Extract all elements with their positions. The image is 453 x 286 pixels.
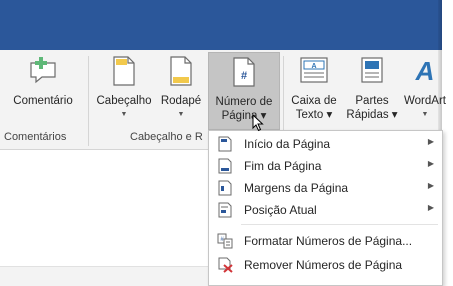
- menu-item-label: Início da Página: [244, 137, 331, 151]
- comment-icon: [28, 56, 58, 88]
- menu-item-label: Posição Atual: [244, 203, 317, 217]
- group-label-comments: Comentários: [4, 131, 67, 143]
- wordart-label: WordArt: [404, 95, 446, 107]
- wordart-dropdown-caret: ▼: [421, 111, 429, 118]
- wordart-button[interactable]: A WordArt ▼: [400, 52, 450, 130]
- header-icon: [112, 56, 136, 90]
- footer-label: Rodapé: [160, 95, 202, 107]
- menu-item-label: Fim da Página: [244, 159, 322, 173]
- new-comment-button[interactable]: Comentário: [4, 52, 82, 130]
- submenu-arrow-icon: ▶: [427, 181, 434, 190]
- page-number-label: Número de: [215, 96, 273, 108]
- page-margins-icon: [217, 180, 233, 196]
- footer-icon: [169, 56, 193, 90]
- wordart-icon: A: [412, 56, 438, 90]
- quick-parts-label-2: Rápidas ▾: [346, 109, 398, 121]
- group-separator: [88, 56, 89, 146]
- current-position-icon: [217, 202, 233, 218]
- submenu-arrow-icon: ▶: [427, 159, 434, 168]
- text-box-label-2: Texto ▾: [295, 109, 333, 121]
- menu-item-bottom-of-page[interactable]: Fim da Página ▶: [209, 155, 442, 177]
- submenu-arrow-icon: ▶: [427, 137, 434, 146]
- quick-parts-icon: [359, 56, 385, 88]
- submenu-arrow-icon: ▶: [427, 203, 434, 212]
- menu-item-page-margins[interactable]: Margens da Página ▶: [209, 177, 442, 199]
- footer-button[interactable]: Rodapé ▼: [156, 52, 206, 130]
- svg-text:A: A: [311, 63, 316, 70]
- page-number-icon: #: [232, 57, 256, 91]
- title-bar: [0, 0, 442, 50]
- menu-item-current-position[interactable]: Posição Atual ▶: [209, 199, 442, 221]
- menu-item-top-of-page[interactable]: Início da Página ▶: [209, 133, 442, 155]
- quick-parts-button[interactable]: Partes Rápidas ▾: [344, 52, 400, 130]
- header-button[interactable]: Cabeçalho ▼: [92, 52, 156, 130]
- page-bottom-icon: [217, 158, 233, 174]
- quick-parts-label: Partes: [355, 95, 389, 107]
- page-number-button[interactable]: # Número de Página ▾: [208, 52, 280, 130]
- page-number-menu: Início da Página ▶ Fim da Página ▶ Marge…: [208, 130, 443, 286]
- remove-page-numbers-icon: [217, 257, 233, 273]
- menu-item-label: Remover Números de Página: [244, 258, 403, 272]
- header-label: Cabeçalho: [96, 95, 152, 107]
- mouse-pointer-icon: [252, 113, 264, 135]
- menu-item-remove-page-numbers[interactable]: Remover Números de Página: [209, 254, 442, 276]
- text-box-icon: A: [299, 56, 329, 88]
- page-top-icon: [217, 136, 233, 152]
- new-comment-label: Comentário: [13, 95, 73, 107]
- text-box-label: Caixa de: [291, 95, 337, 107]
- menu-separator: [241, 224, 438, 225]
- text-box-button[interactable]: A Caixa de Texto ▾: [286, 52, 342, 130]
- svg-text:A: A: [415, 56, 435, 86]
- group-label-header-footer: Cabeçalho e R: [130, 131, 203, 143]
- window-edge: [442, 0, 453, 286]
- header-dropdown-caret: ▼: [120, 111, 128, 118]
- svg-text:#: #: [241, 70, 247, 82]
- menu-item-label: Formatar Números de Página...: [244, 234, 413, 248]
- menu-item-format-page-numbers[interactable]: # Formatar Números de Página...: [209, 230, 442, 252]
- format-page-numbers-icon: #: [217, 233, 233, 249]
- page-number-label-2: Página ▾: [221, 110, 267, 122]
- menu-item-label: Margens da Página: [244, 181, 349, 195]
- footer-dropdown-caret: ▼: [177, 111, 185, 118]
